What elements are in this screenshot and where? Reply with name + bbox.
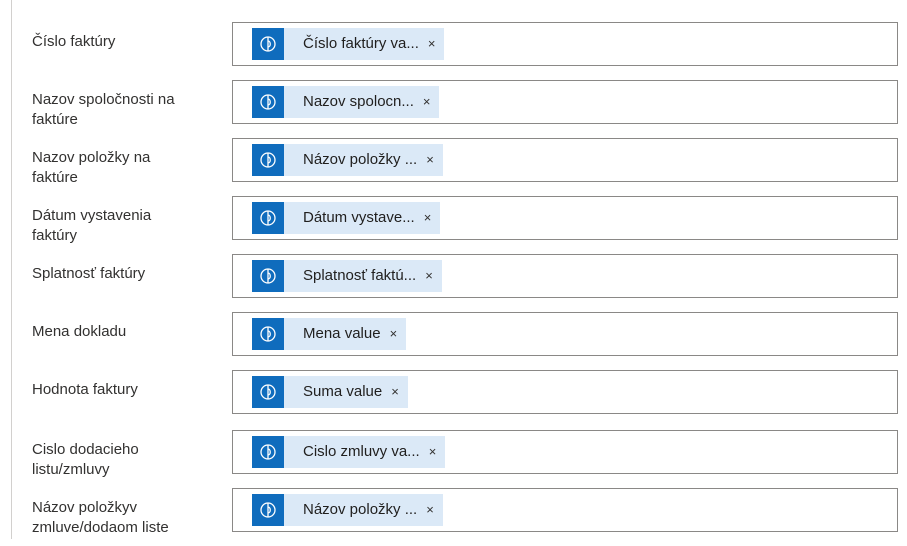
remove-token-button[interactable]: × [420,436,446,468]
dynamic-content-form: Číslo faktúry Číslo faktúry va... × Nazo… [0,0,907,539]
form-row-nazov-polozky: Nazov položky na faktúre Názov položky .… [0,138,907,196]
field-label: Cislo dodacieho listu/zmluvy [32,441,139,478]
token-label: Splatnosť faktú... [303,267,417,284]
ai-builder-icon [252,494,284,526]
remove-token-button[interactable]: × [414,86,440,118]
form-row-hodnota-faktury: Hodnota faktury Suma value × [0,370,907,428]
form-row-nazov-spolocnosti: Nazov spoločnosti na faktúre Nazov spolo… [0,80,907,138]
dynamic-content-token[interactable]: Nazov spolocn... × [252,86,440,118]
remove-token-button[interactable]: × [415,202,441,234]
field-label: Mena dokladu [32,323,127,340]
form-row-cislo-dodacieho-listu: Cislo dodacieho listu/zmluvy Cislo zmluv… [0,430,907,488]
token-label: Číslo faktúry va... [303,35,419,52]
dynamic-content-token[interactable]: Názov položky ... × [252,144,443,176]
token-label: Názov položky ... [303,501,418,518]
remove-token-button[interactable]: × [381,318,407,350]
ai-builder-icon [252,144,284,176]
token-label: Cislo zmluvy va... [303,443,420,460]
field-label: Dátum vystavenia faktúry [32,207,152,244]
dynamic-content-field[interactable]: Dátum vystave... × [232,196,898,240]
remove-token-button[interactable]: × [417,494,443,526]
field-label: Hodnota faktury [32,381,138,398]
field-label: Nazov spoločnosti na faktúre [32,91,175,128]
dynamic-content-token[interactable]: Mena value × [252,318,407,350]
form-row-splatnost: Splatnosť faktúry Splatnosť faktú... × [0,254,907,312]
field-label: Názov položkyv zmluve/dodaom liste [32,499,169,536]
remove-token-button[interactable]: × [419,28,445,60]
ai-builder-icon [252,436,284,468]
token-label: Mena value [303,325,381,342]
dynamic-content-token[interactable]: Suma value × [252,376,408,408]
dynamic-content-field[interactable]: Cislo zmluvy va... × [232,430,898,474]
ai-builder-icon [252,202,284,234]
dynamic-content-field[interactable]: Číslo faktúry va... × [232,22,898,66]
field-label: Číslo faktúry [32,33,116,50]
remove-token-button[interactable]: × [382,376,408,408]
dynamic-content-field[interactable]: Splatnosť faktú... × [232,254,898,298]
ai-builder-icon [252,260,284,292]
dynamic-content-field[interactable]: Názov položky ... × [232,138,898,182]
form-row-datum-vystavenia: Dátum vystavenia faktúry Dátum vystave..… [0,196,907,254]
field-label: Splatnosť faktúry [32,265,146,282]
form-row-nazov-polozky-zmluve: Názov položkyv zmluve/dodaom liste Názov… [0,488,907,546]
ai-builder-icon [252,376,284,408]
dynamic-content-token[interactable]: Splatnosť faktú... × [252,260,442,292]
token-label: Suma value [303,383,383,400]
dynamic-content-field[interactable]: Názov položky ... × [232,488,898,532]
ai-builder-icon [252,318,284,350]
dynamic-content-token[interactable]: Cislo zmluvy va... × [252,436,446,468]
remove-token-button[interactable]: × [417,144,443,176]
form-row-mena-dokladu: Mena dokladu Mena value × [0,312,907,370]
dynamic-content-field[interactable]: Mena value × [232,312,898,356]
form-row-cislo-faktury: Číslo faktúry Číslo faktúry va... × [0,22,907,80]
token-label: Nazov spolocn... [303,93,414,110]
field-label: Nazov položky na faktúre [32,149,151,186]
dynamic-content-token[interactable]: Názov položky ... × [252,494,443,526]
token-label: Dátum vystave... [303,209,415,226]
ai-builder-icon [252,28,284,60]
token-label: Názov položky ... [303,151,418,168]
dynamic-content-token[interactable]: Dátum vystave... × [252,202,441,234]
dynamic-content-field[interactable]: Suma value × [232,370,898,414]
ai-builder-icon [252,86,284,118]
dynamic-content-token[interactable]: Číslo faktúry va... × [252,28,445,60]
remove-token-button[interactable]: × [416,260,442,292]
dynamic-content-field[interactable]: Nazov spolocn... × [232,80,898,124]
